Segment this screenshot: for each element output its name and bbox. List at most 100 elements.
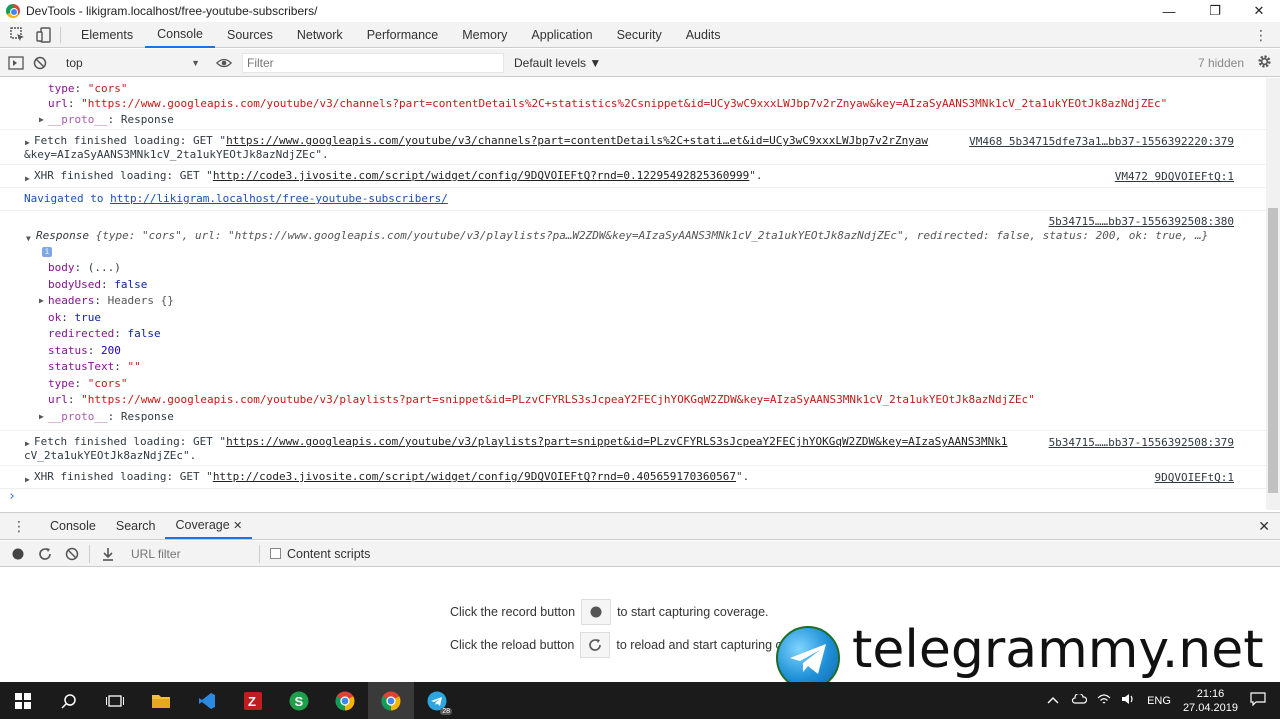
source-link[interactable]: 5b34715……bb37-1556392508:379 — [1048, 436, 1234, 450]
filezilla-icon[interactable]: Z — [230, 682, 276, 719]
chrome-taskbar-icon[interactable] — [322, 682, 368, 719]
object-property[interactable]: ▶ headers: Headers {} — [0, 293, 1266, 310]
chrome-devtools-taskbar-icon[interactable] — [368, 682, 414, 719]
navigated-url-link[interactable]: http://likigram.localhost/free-youtube-s… — [110, 192, 448, 205]
tab-performance[interactable]: Performance — [355, 22, 451, 48]
xhr-log-message: ▶ XHR finished loading: GET "http://code… — [0, 165, 1266, 188]
info-icon[interactable]: i — [42, 247, 52, 257]
windows-taskbar: Z S 28 ENG 21:16 27.04.2019 — [0, 682, 1280, 719]
download-icon[interactable] — [99, 545, 117, 563]
hidden-messages-count: 7 hidden — [1197, 55, 1244, 70]
telegram-taskbar-icon[interactable]: 28 — [414, 682, 460, 719]
console-output[interactable]: type: "cors" url: "https://www.googleapi… — [0, 78, 1266, 510]
unread-badge: 28 — [440, 708, 452, 715]
content-scripts-checkbox[interactable] — [270, 548, 281, 559]
more-options-icon[interactable]: ⋮ — [1254, 27, 1268, 44]
prompt-chevron-icon: › — [8, 489, 16, 504]
settings-gear-icon[interactable] — [1257, 54, 1272, 72]
expand-triangle-icon[interactable]: ▶ — [25, 172, 30, 186]
property-key: type — [48, 82, 75, 95]
vscode-icon[interactable] — [184, 682, 230, 719]
xhr-suffix: ". — [749, 169, 763, 182]
xhr-url-link[interactable]: http://code3.jivosite.com/script/widget/… — [213, 470, 736, 483]
clock[interactable]: 21:16 27.04.2019 — [1183, 687, 1238, 715]
close-drawer-button[interactable]: ✕ — [1258, 518, 1270, 535]
expand-triangle-icon[interactable]: ▶ — [39, 409, 44, 426]
expand-triangle-icon[interactable]: ▶ — [25, 437, 30, 451]
source-link[interactable]: 9DQVOIEFtQ:1 — [1154, 471, 1234, 485]
fetch-url-link[interactable]: https://www.googleapis.com/youtube/v3/pl… — [226, 435, 1007, 448]
task-view-icon[interactable] — [92, 682, 138, 719]
fetch-continued: &key=AIzaSyAANS3MNk1cV_2ta1ukYEOtJk8azNd… — [24, 148, 329, 161]
context-select[interactable]: top ▼ — [62, 53, 204, 73]
tab-security[interactable]: Security — [605, 22, 674, 48]
proto-property[interactable]: ▶ __proto__: Response — [0, 111, 1266, 130]
start-windows-icon[interactable] — [0, 682, 46, 719]
scrollbar-thumb[interactable] — [1268, 208, 1278, 493]
tab-audits[interactable]: Audits — [674, 22, 733, 48]
source-link[interactable]: 5b34715……bb37-1556392508:380 — [1048, 215, 1234, 229]
xhr-url-link[interactable]: http://code3.jivosite.com/script/widget/… — [213, 169, 749, 182]
drawer-tab-console[interactable]: Console — [40, 513, 106, 539]
language-indicator[interactable]: ENG — [1147, 695, 1171, 707]
tab-application[interactable]: Application — [519, 22, 604, 48]
property-key: ok — [48, 310, 62, 324]
volume-icon[interactable] — [1121, 693, 1135, 708]
drawer-tab-coverage[interactable]: Coverage ✕ — [165, 513, 253, 539]
proto-property[interactable]: ▶ __proto__: Response — [0, 409, 1266, 426]
skype-like-s-icon[interactable]: S — [276, 682, 322, 719]
source-link[interactable]: VM472 9DQVOIEFtQ:1 — [1114, 170, 1234, 184]
reload-button[interactable] — [580, 632, 611, 658]
minimize-button[interactable]: — — [1149, 0, 1189, 22]
source-link[interactable]: VM468 5b34715dfe73a1…bb37-1556392220:379 — [969, 135, 1234, 149]
wifi-icon[interactable] — [1097, 693, 1111, 708]
notifications-icon[interactable] — [1250, 692, 1266, 709]
object-property: status: 200 — [48, 343, 121, 357]
sidebar-toggle-icon[interactable] — [8, 55, 24, 71]
expand-triangle-icon[interactable]: ▶ — [39, 293, 44, 310]
live-expression-eye-icon[interactable] — [216, 55, 232, 71]
console-filter-input[interactable] — [242, 52, 504, 73]
expand-triangle-icon[interactable]: ▶ — [39, 111, 44, 129]
inspect-element-icon[interactable] — [10, 26, 26, 43]
url-filter-input[interactable] — [131, 543, 257, 564]
cloud-icon[interactable] — [1071, 692, 1088, 707]
device-toolbar-icon[interactable] — [36, 26, 52, 43]
property-value: false — [127, 327, 161, 340]
property-key: body — [48, 261, 75, 274]
expand-triangle-icon[interactable]: ▶ — [25, 136, 30, 150]
close-tab-icon[interactable]: ✕ — [233, 520, 242, 532]
object-property: bodyUsed: false — [48, 277, 148, 291]
drawer-menu-icon[interactable]: ⋮ — [12, 518, 26, 535]
tab-elements[interactable]: Elements — [69, 22, 145, 48]
tab-memory[interactable]: Memory — [450, 22, 519, 48]
log-levels-dropdown[interactable]: Default levels ▼ — [514, 56, 601, 70]
clear-console-icon[interactable] — [32, 55, 48, 71]
object-property: url: "https://www.googleapis.com/youtube… — [48, 393, 1035, 406]
tray-chevron-up-icon[interactable] — [1047, 695, 1059, 707]
maximize-button[interactable]: ❐ — [1195, 0, 1235, 22]
fetch-url-link[interactable]: https://www.googleapis.com/youtube/v3/ch… — [226, 134, 928, 147]
console-prompt[interactable]: › — [0, 489, 1266, 504]
drawer-tab-search[interactable]: Search — [106, 513, 166, 539]
property-value: true — [74, 310, 102, 324]
reload-instruction-after: to reload and start capturing c — [616, 638, 782, 652]
tab-network[interactable]: Network — [285, 22, 355, 48]
tab-sources[interactable]: Sources — [215, 22, 285, 48]
expanded-triangle-icon[interactable]: ▼ — [26, 232, 31, 246]
xhr-suffix: ". — [736, 470, 750, 483]
close-window-button[interactable]: ✕ — [1239, 0, 1279, 22]
drawer-tabbar: ⋮ Console Search Coverage ✕ ✕ — [0, 512, 1280, 540]
expand-triangle-icon[interactable]: ▶ — [25, 473, 30, 487]
response-type-label: Response — [36, 229, 89, 242]
reload-icon[interactable] — [36, 545, 54, 563]
clear-icon[interactable] — [63, 545, 81, 563]
record-icon[interactable] — [9, 545, 27, 563]
record-button[interactable] — [581, 599, 612, 625]
response-summary[interactable]: ▼ Response {type: "cors", url: "https://… — [24, 229, 1266, 243]
tab-console[interactable]: Console — [145, 22, 215, 48]
console-scrollbar[interactable] — [1266, 78, 1280, 510]
file-explorer-icon[interactable] — [138, 682, 184, 719]
property-value[interactable]: (...) — [88, 261, 121, 274]
search-icon[interactable] — [46, 682, 92, 719]
